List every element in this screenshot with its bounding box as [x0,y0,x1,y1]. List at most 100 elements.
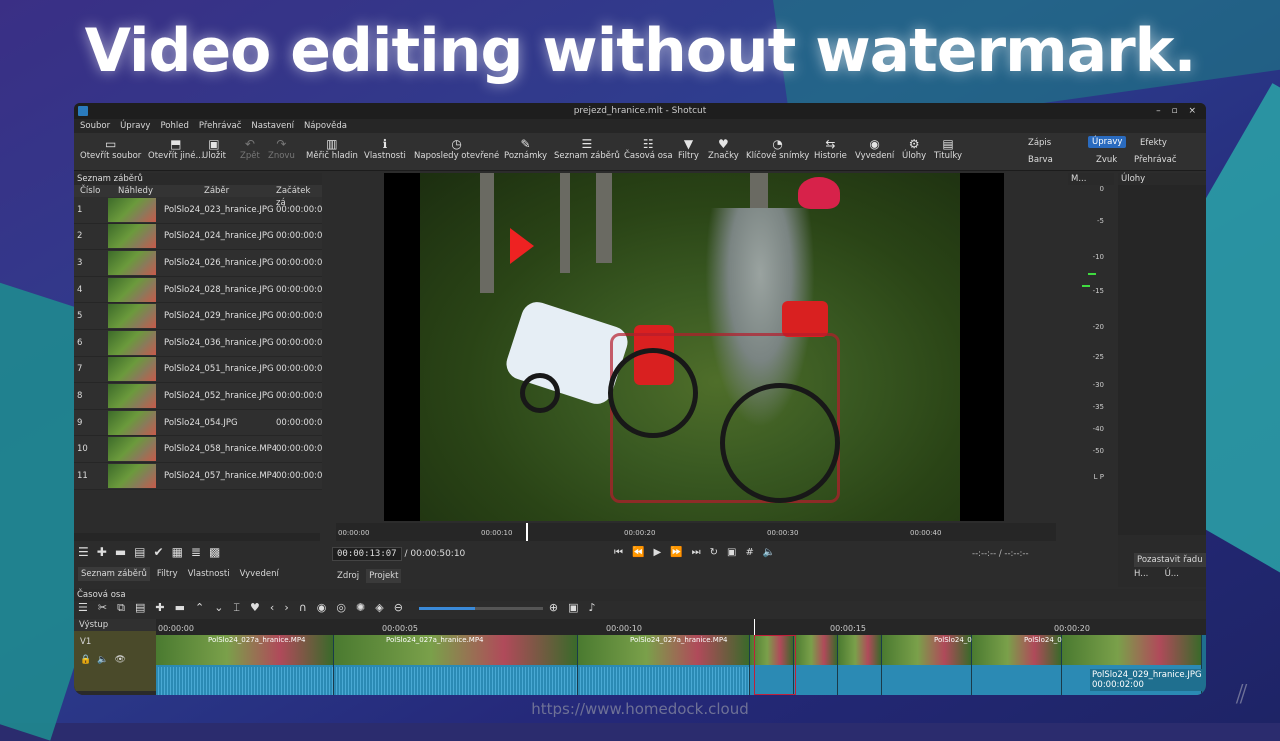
record-audio-icon[interactable]: ♪ [589,601,606,614]
next-marker-icon[interactable]: › [284,601,298,614]
list-item[interactable]: 6 PolSlo24_036_hranice.JPG 00:00:00:0 [74,329,322,357]
open-file-button[interactable]: ▭ Otevřít soubor [80,137,141,161]
properties-button[interactable]: ℹ Vlastnosti [364,137,406,161]
play-icon[interactable]: ▶ [653,547,670,558]
markers-button[interactable]: ♥ Značky [708,137,739,161]
layout-barva[interactable]: Barva [1028,155,1053,165]
open-other-button[interactable]: ⬒ Otevřít jiné... [148,137,204,161]
tab-export[interactable]: Vyvedení [237,567,282,581]
list-item[interactable]: 3 PolSlo24_026_hranice.JPG 00:00:00:0 [74,250,322,277]
save-button[interactable]: ▣ Uložit [202,137,226,161]
split-icon[interactable]: ⌶ [233,601,250,614]
hide-icon[interactable]: 👁 [114,655,131,665]
layout-zapis[interactable]: Zápis [1028,138,1051,148]
layout-prehravac[interactable]: Přehrávač [1134,155,1177,165]
list-item[interactable]: 5 PolSlo24_029_hranice.JPG 00:00:00:0 [74,303,322,330]
jobs-u-button[interactable]: Ú... [1165,569,1179,579]
viewer-scrubber[interactable]: 00:00:00 00:00:10 00:00:20 00:00:30 00:0… [336,523,1056,541]
video-frame[interactable] [384,173,1004,521]
copy-icon[interactable]: ⧉ [117,601,135,614]
skip-next-icon[interactable]: ⏭ [692,547,710,558]
list-item[interactable]: 4 PolSlo24_028_hranice.JPG 00:00:00:0 [74,276,322,304]
pause-queue-button[interactable]: Pozastavit řadu [1134,553,1206,567]
timeline-ruler[interactable]: 00:00:00 00:00:05 00:00:10 00:00:15 00:0… [156,619,1206,635]
list-item[interactable]: 7 PolSlo24_051_hranice.JPG 00:00:00:0 [74,356,322,384]
layout-upravy[interactable]: Úpravy [1088,136,1127,148]
menu-napoveda[interactable]: Nápověda [304,119,347,133]
tab-source[interactable]: Zdroj [334,569,362,583]
menu-icon[interactable]: ☰ [78,545,89,559]
grid-icon[interactable]: # [745,547,762,558]
zoom-icon[interactable]: ▣ [727,547,745,558]
tab-project[interactable]: Projekt [366,569,402,583]
filter-button[interactable]: ▼ Filtry [678,137,699,161]
timeline-clip[interactable]: PolSlo24_027a_hranice.MP4 [334,635,578,695]
menu-nastaveni[interactable]: Nastavení [251,119,294,133]
redo-button[interactable]: ↷ Znovu [268,137,295,161]
col-thumbnails[interactable]: Náhledy [108,185,164,197]
track-v1-header[interactable]: V1 🔒🔈👁 [74,631,156,691]
paste-icon[interactable]: ▤ [135,601,155,614]
menu-pohled[interactable]: Pohled [160,119,188,133]
marker-icon[interactable]: ♥ [250,601,270,614]
fast-forward-icon[interactable]: ⏩ [670,547,691,558]
loop-icon[interactable]: ↻ [710,547,727,558]
layout-efekty[interactable]: Efekty [1140,138,1167,148]
subtitles-button[interactable]: ▤ Titulky [934,137,962,161]
list-item[interactable]: 2 PolSlo24_024_hranice.JPG 00:00:00:0 [74,223,322,251]
timeline-clip[interactable] [838,635,882,695]
tab-properties[interactable]: Vlastnosti [185,567,233,581]
ripple-markers-icon[interactable]: ◈ [375,601,393,614]
undo-button[interactable]: ↶ Zpět [240,137,260,161]
skip-previous-icon[interactable]: ⏮ [614,547,632,558]
lock-icon[interactable]: 🔒 [80,655,97,665]
playhead-marker[interactable] [526,523,528,541]
scrub-icon[interactable]: ◉ [317,601,337,614]
notes-button[interactable]: ✎ Poznámky [504,137,547,161]
prev-marker-icon[interactable]: ‹ [270,601,284,614]
remove-icon[interactable]: ▬ [115,545,126,559]
timeline-clip[interactable]: PolSlo24_027a_hranice.MP4 [156,635,334,695]
col-number[interactable]: Číslo [74,185,108,197]
recent-button[interactable]: ◷ Naposledy otevřené [414,137,499,161]
window-controls[interactable]: – ▫ × [1156,103,1200,119]
col-clip[interactable]: Záběr [164,185,276,197]
col-start[interactable]: Začátek zá [276,185,322,208]
update-icon[interactable]: ▤ [134,545,145,559]
timeline-clip[interactable]: PolSlo24_02 [882,635,976,695]
menu-upravy[interactable]: Úpravy [120,119,150,133]
menu-prehravac[interactable]: Přehrávač [199,119,242,133]
keyframes-button[interactable]: ◔ Klíčové snímky [746,137,809,161]
lift-icon[interactable]: ⌃ [195,601,214,614]
timeline-clip[interactable]: PolSlo24_02 [972,635,1066,695]
list-view-icon[interactable]: ≣ [191,545,201,559]
layout-zvuk[interactable]: Zvuk [1096,155,1117,165]
details-view-icon[interactable]: ▦ [172,545,183,559]
tab-filters[interactable]: Filtry [154,567,181,581]
rewind-icon[interactable]: ⏪ [632,547,653,558]
ripple-all-icon[interactable]: ✺ [356,601,375,614]
zoom-slider[interactable] [418,606,543,610]
append-icon[interactable]: ✚ [155,601,174,614]
list-item[interactable]: 10 PolSlo24_058_hranice.MP4 00:00:00:0 [74,436,322,463]
zoom-out-icon[interactable]: ⊖ [394,601,413,614]
playlist-scrollbar[interactable] [74,533,320,541]
snap-icon[interactable]: ∩ [299,601,317,614]
timecode-input[interactable]: 00:00:13:07 [332,547,402,561]
check-icon[interactable]: ✔ [154,545,164,559]
volume-icon[interactable]: 🔈 [763,547,784,558]
list-item[interactable]: 8 PolSlo24_052_hranice.JPG 00:00:00:0 [74,383,322,410]
timeline-clip[interactable] [794,635,838,695]
menu-soubor[interactable]: Soubor [80,119,110,133]
list-item[interactable]: 9 PolSlo24_054.JPG 00:00:00:0 [74,409,322,437]
add-icon[interactable]: ✚ [97,545,107,559]
timeline-clip[interactable]: PolSlo24_027a_hranice.MP4 [578,635,750,695]
zoom-in-icon[interactable]: ⊕ [549,601,568,614]
playlist-button[interactable]: ☰ Seznam záběrů [554,137,620,161]
export-button[interactable]: ◉ Vyvedení [855,137,894,161]
timeline-button[interactable]: ☷ Časová osa [624,137,673,161]
timeline-menu-icon[interactable]: ☰ [78,601,98,614]
list-item[interactable]: 11 PolSlo24_057_hranice.MP4 00:00:00:0 [74,462,322,490]
tab-playlist[interactable]: Seznam záběrů [78,567,150,581]
remove-icon[interactable]: ▬ [175,601,195,614]
